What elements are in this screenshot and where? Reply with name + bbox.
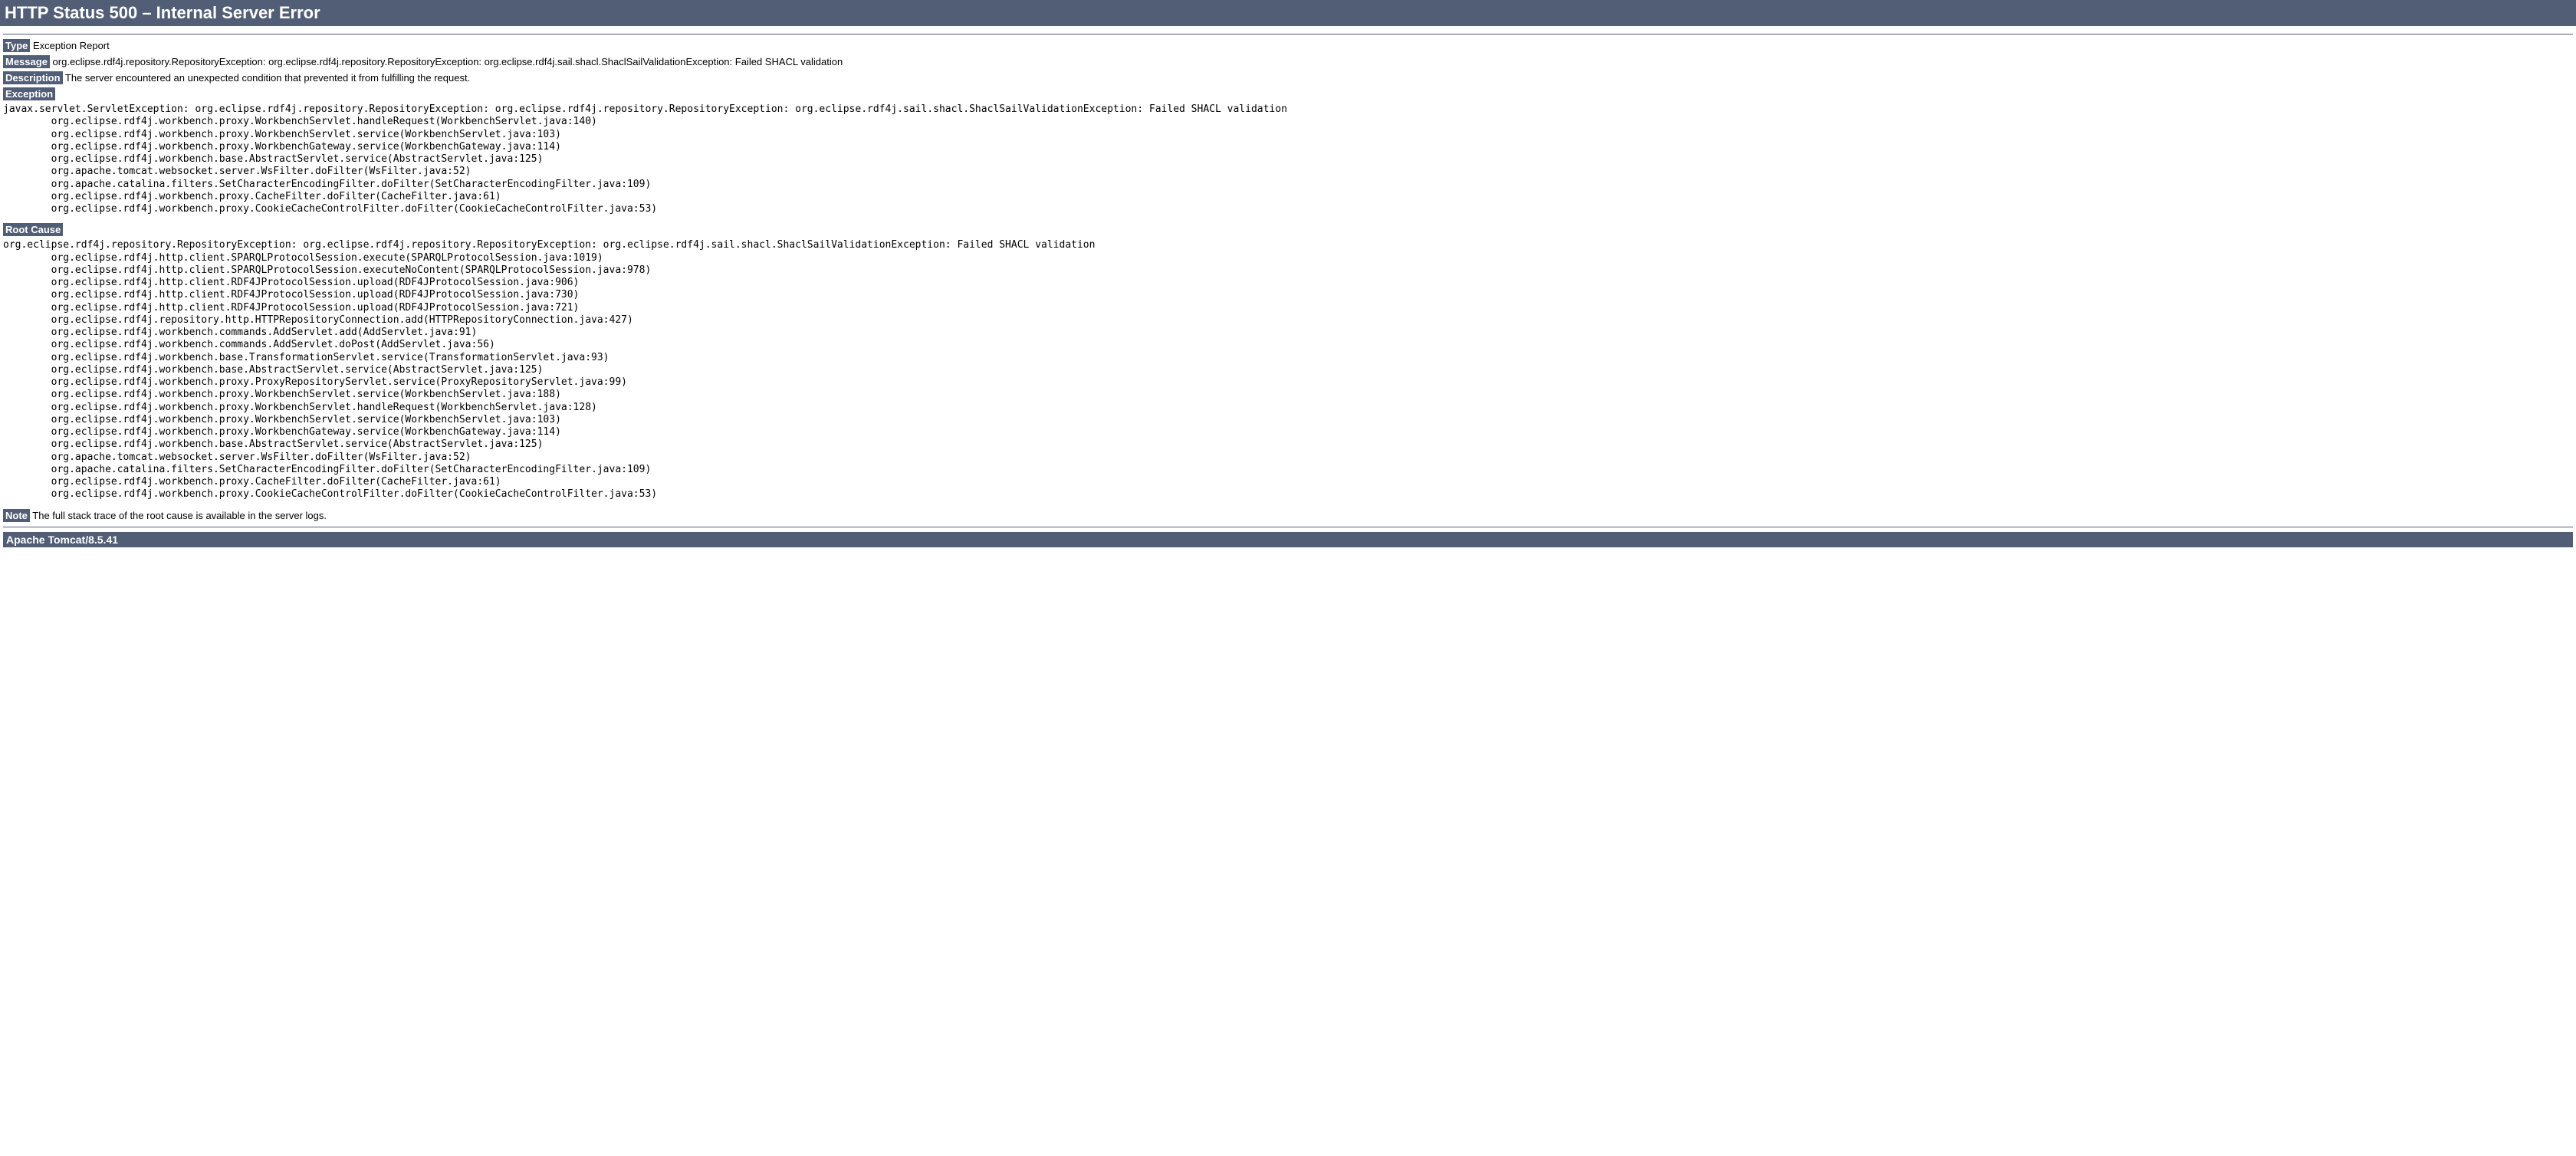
root-cause-label: Root Cause bbox=[3, 223, 63, 236]
type-row: Type Exception Report bbox=[3, 39, 2573, 52]
page-title: HTTP Status 500 – Internal Server Error bbox=[0, 0, 2576, 26]
message-value: org.eclipse.rdf4j.repository.RepositoryE… bbox=[53, 56, 843, 67]
root-cause-trace: org.eclipse.rdf4j.repository.RepositoryE… bbox=[3, 239, 2573, 501]
message-label: Message bbox=[3, 55, 50, 68]
note-row: Note The full stack trace of the root ca… bbox=[3, 509, 2573, 522]
message-row: Message org.eclipse.rdf4j.repository.Rep… bbox=[3, 55, 2573, 68]
exception-trace: javax.servlet.ServletException: org.ecli… bbox=[3, 103, 2573, 215]
note-value: The full stack trace of the root cause i… bbox=[32, 510, 327, 521]
note-label: Note bbox=[3, 509, 30, 522]
exception-header: Exception bbox=[3, 87, 2573, 100]
type-label: Type bbox=[3, 39, 30, 52]
server-footer: Apache Tomcat/8.5.41 bbox=[3, 532, 2573, 547]
root-cause-header: Root Cause bbox=[3, 223, 2573, 236]
description-row: Description The server encountered an un… bbox=[3, 71, 2573, 84]
description-label: Description bbox=[3, 71, 63, 84]
description-value: The server encountered an unexpected con… bbox=[65, 72, 470, 84]
exception-label: Exception bbox=[3, 87, 55, 100]
type-value: Exception Report bbox=[33, 40, 110, 51]
